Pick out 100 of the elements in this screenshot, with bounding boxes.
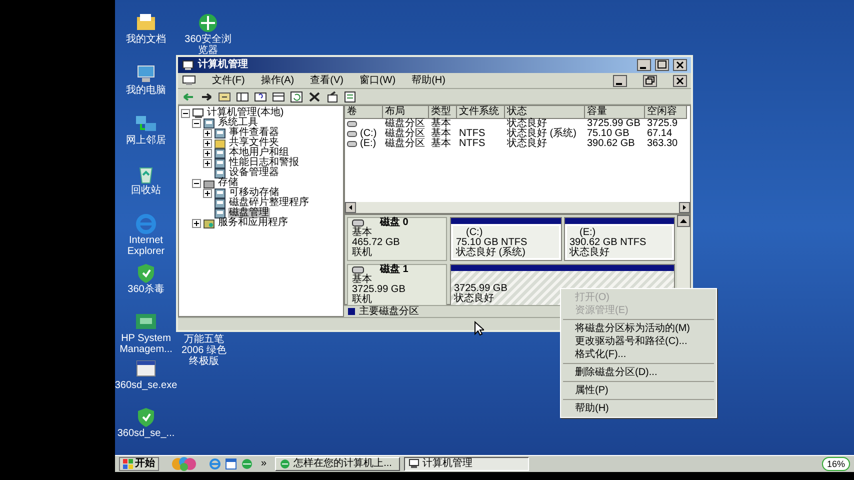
close-icon [673, 59, 687, 71]
table-cell: 3725.99 GB [587, 119, 640, 129]
tree-item[interactable]: 性能日志和警报 [228, 158, 300, 168]
taskbar-button[interactable]: 计算机管理 [404, 457, 529, 471]
tree-item[interactable]: 系统工具 [217, 118, 259, 128]
menu-item[interactable]: 将磁盘分区标为活动的(M) [561, 322, 716, 335]
expand-icon [203, 128, 212, 138]
column-header[interactable]: 卷 [345, 106, 383, 119]
menu-item[interactable]: 格式化(F)... [561, 348, 716, 361]
menu-item[interactable]: 删除磁盘分区(D)... [561, 366, 716, 379]
table-cell: 磁盘分区 [385, 119, 425, 129]
mouse-pointer-icon [474, 321, 484, 336]
tree-item[interactable]: 服务和应用程序 [217, 218, 289, 228]
table-cell: 67.14 [647, 129, 672, 139]
tree-item[interactable]: 可移动存储 [228, 188, 280, 198]
menu-item[interactable]: 帮助(H) [412, 74, 446, 86]
icon-label[interactable]: 我的电脑 [126, 85, 166, 96]
table-cell: (E:) [360, 139, 376, 149]
tree-item[interactable]: 设备管理器 [228, 168, 280, 178]
tree-item[interactable]: 共享文件夹 [228, 138, 280, 148]
menu-item[interactable]: 操作(A) [260, 74, 294, 86]
icon-label[interactable]: 360安全浏览器 [181, 34, 235, 56]
close-icon [673, 74, 687, 86]
horizontal-scrollbar[interactable] [345, 202, 690, 213]
column-header[interactable]: 类型 [429, 106, 457, 119]
icon-label[interactable]: 万能五笔2006 绿色终极版 [177, 334, 231, 367]
expand-icon [203, 138, 212, 148]
icon-label[interactable]: HP System Managem... [119, 333, 173, 355]
icon-label[interactable]: 360sd_se.exe [115, 380, 178, 391]
folder-up-icon [218, 90, 231, 102]
panel-icon [272, 90, 285, 102]
column-header[interactable]: 状态 [505, 106, 585, 119]
disk-name: 磁盘 1 [380, 265, 408, 275]
icon-label[interactable]: 360杀毒 [128, 284, 164, 295]
forward-arrow-icon [200, 90, 213, 102]
minimize-icon [613, 74, 627, 86]
column-header[interactable]: 文件系统 [457, 106, 505, 119]
icon-label[interactable]: 回收站 [131, 185, 161, 196]
table-cell: NTFS [459, 129, 486, 139]
table-cell: 状态良好 [507, 119, 547, 129]
disk-detail: 联机 [352, 295, 373, 305]
disk-name: 磁盘 0 [380, 218, 408, 228]
collapse-icon [181, 108, 190, 118]
column-header[interactable]: 布局 [383, 106, 429, 119]
ie-logo-icon [209, 458, 221, 470]
panel-icon [236, 90, 249, 102]
folder-icon [214, 138, 226, 148]
column-header[interactable]: 空闲容 [645, 106, 687, 119]
start-button[interactable]: 开始 [119, 457, 159, 471]
partition-status: 状态良好 [454, 294, 494, 304]
tree-item[interactable]: 磁盘碎片整理程序 [228, 198, 310, 208]
taskbar-button[interactable]: 怎样在您的计算机上... [274, 457, 400, 471]
tree-item[interactable]: 事件查看器 [228, 128, 280, 138]
menu-item[interactable]: 查看(V) [310, 74, 344, 86]
table-cell: 基本 [431, 119, 451, 129]
tree-item[interactable]: 存储 [217, 178, 239, 188]
disk-detail: 基本 [352, 275, 373, 285]
minimize-icon [637, 59, 651, 71]
table-cell: 磁盘分区 [385, 129, 425, 139]
expand-icon [203, 158, 212, 168]
disk-detail: 联机 [352, 248, 373, 258]
table-cell: (C:) [360, 129, 377, 139]
window-title: 计算机管理 [198, 59, 248, 71]
computer-icon [135, 63, 157, 85]
back-arrow-icon [182, 90, 195, 102]
table-cell: 状态良好 [507, 139, 547, 149]
tree-item[interactable]: 磁盘管理 [228, 208, 270, 218]
collapse-icon [192, 118, 201, 128]
legend-label: 主要磁盘分区 [359, 306, 419, 316]
table-cell: 390.62 GB [587, 139, 635, 149]
tree-item[interactable]: 本地用户和组 [228, 148, 290, 158]
windows-flag-icon [123, 459, 133, 469]
icon-label[interactable]: 网上邻居 [126, 135, 166, 146]
tree-item[interactable]: 计算机管理(本地) [206, 108, 285, 118]
partition-size: 3725.99 GB [454, 284, 508, 294]
menu-item[interactable]: 帮助(H) [561, 402, 716, 415]
partition-block[interactable]: (C:) 75.10 GB NTFS 状态良好 (系统) [450, 217, 562, 261]
legend-swatch [348, 308, 355, 315]
expand-icon [203, 188, 212, 198]
delete-icon [308, 90, 321, 102]
more-chevron[interactable]: » [257, 459, 271, 469]
icon-label[interactable]: 360sd_se_... [117, 428, 175, 439]
menu-item[interactable]: 属性(P) [561, 384, 716, 397]
column-header[interactable]: 容量 [585, 106, 645, 119]
menu-item[interactable]: 文件(F) [212, 74, 245, 86]
computer-icon [182, 60, 194, 70]
restore-icon [643, 74, 657, 86]
icon-label[interactable]: Internet Explorer [119, 235, 173, 257]
maximize-icon [655, 59, 669, 71]
battery-percent-badge: 16% [822, 457, 850, 471]
icon-label[interactable]: 我的文档 [126, 34, 166, 45]
ie-logo-icon [135, 213, 157, 235]
table-cell: 状态良好 (系统) [507, 129, 576, 139]
partition-size: 390.62 GB NTFS [570, 238, 646, 248]
partition-block[interactable]: (E:) 390.62 GB NTFS 状态良好 [564, 217, 675, 261]
partition-status: 状态良好 (系统) [456, 248, 526, 258]
table-cell: 75.10 GB [587, 129, 630, 139]
menu-item[interactable]: 更改驱动器号和路径(C)... [561, 335, 716, 348]
disk-detail: 3725.99 GB [352, 285, 406, 295]
menu-item[interactable]: 窗口(W) [359, 74, 396, 86]
